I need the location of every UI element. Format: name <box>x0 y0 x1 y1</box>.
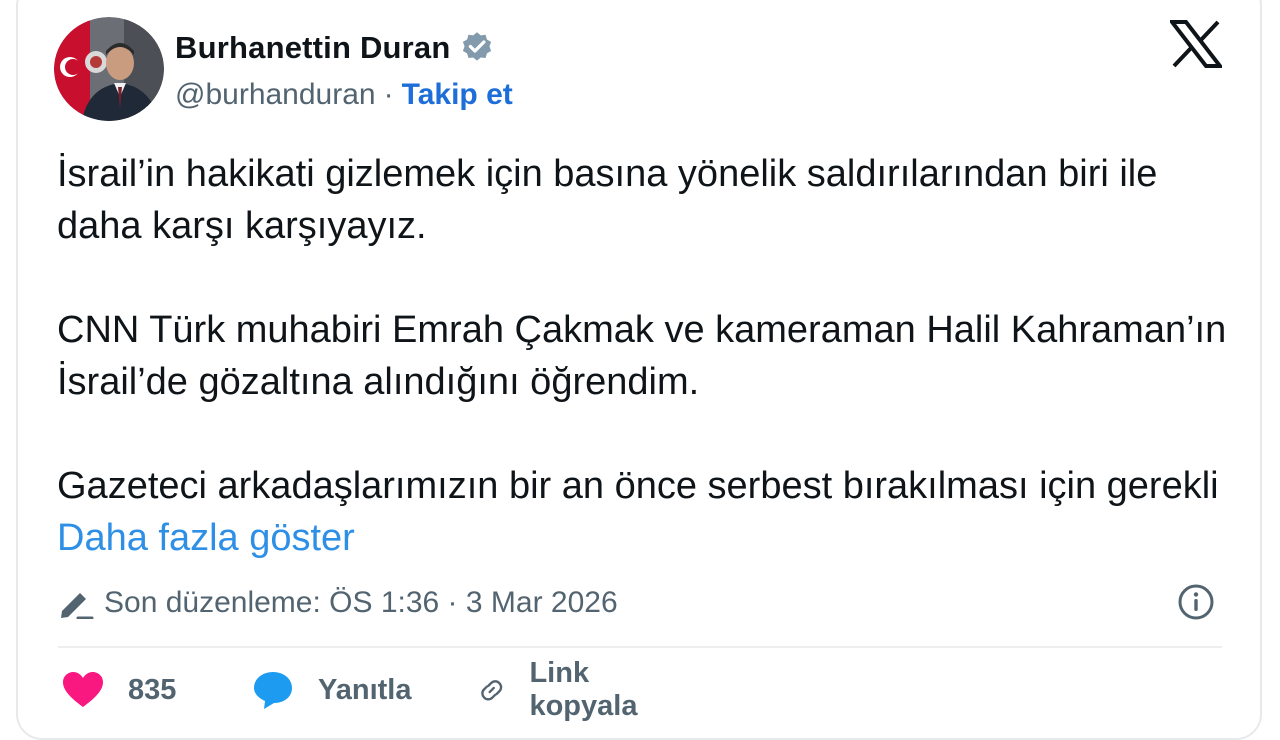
divider <box>58 646 1222 648</box>
copy-link-button[interactable]: Link kopyala <box>478 657 650 722</box>
copy-link-label: Link kopyala <box>529 657 638 722</box>
reply-button[interactable]: Yanıtla <box>252 668 412 712</box>
tweet-text: İsrail’in hakikati gizlemek için basına … <box>57 148 1237 564</box>
pencil-icon <box>61 593 94 619</box>
author-name-row: Burhanettin Duran <box>175 28 495 68</box>
like-count: 835 <box>128 673 177 706</box>
author-handle-row: @burhanduran · Takip et <box>175 76 513 114</box>
tweet-paragraph-text: Gazeteci arkadaşlarımızın bir an önce se… <box>57 465 1219 507</box>
show-more-link[interactable]: Daha fazla göster <box>57 517 355 559</box>
speech-bubble-icon <box>254 672 292 709</box>
edit-info-row[interactable]: Son düzenleme: ÖS 1:36 · 3 Mar 2026 <box>58 583 618 623</box>
link-icon <box>481 680 503 701</box>
heart-icon <box>63 672 103 707</box>
edited-timestamp: Son düzenleme: ÖS 1:36 · 3 Mar 2026 <box>104 586 618 619</box>
author-handle[interactable]: @burhanduran <box>175 78 376 112</box>
follow-button[interactable]: Takip et <box>402 78 513 112</box>
author-name[interactable]: Burhanettin Duran <box>175 30 451 66</box>
like-button[interactable]: 835 <box>62 668 176 712</box>
reply-label: Yanıtla <box>318 673 412 706</box>
verified-badge-icon <box>462 32 491 61</box>
info-icon[interactable] <box>1176 582 1216 622</box>
handle-separator: · <box>383 78 394 111</box>
avatar-image <box>54 17 164 121</box>
tweet-paragraph: İsrail’in hakikati gizlemek için basına … <box>57 153 1158 247</box>
tweet-paragraph: CNN Türk muhabiri Emrah Çakmak ve kamera… <box>57 309 1227 403</box>
tweet-paragraph-last: Gazeteci arkadaşlarımızın bir an önce se… <box>57 460 1237 564</box>
x-logo-icon[interactable] <box>1170 20 1222 68</box>
profile-avatar[interactable] <box>54 17 164 121</box>
